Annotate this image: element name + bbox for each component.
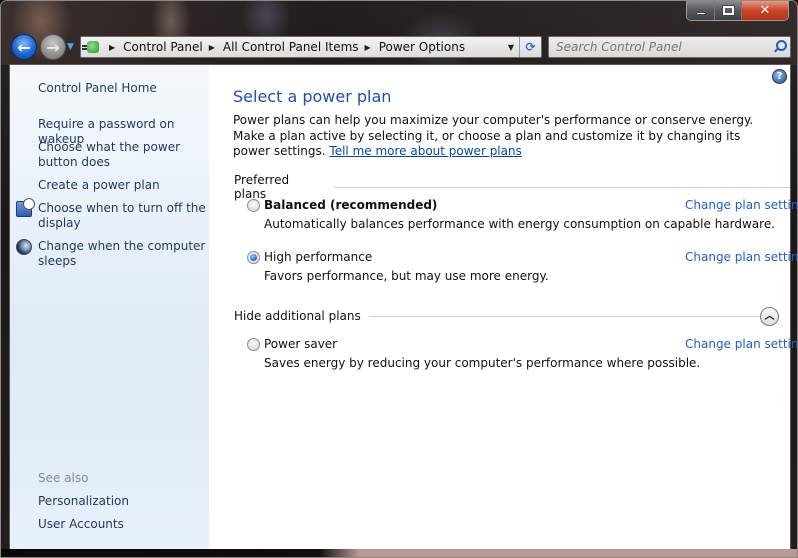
close-icon: ✕: [759, 3, 771, 18]
window-bottom-border: [1, 549, 797, 557]
page-title: Select a power plan: [233, 87, 392, 106]
chevron-down-icon: ▼: [67, 42, 74, 52]
address-bar[interactable]: ▶ Control Panel ▶ All Control Panel Item…: [80, 36, 542, 58]
breadcrumb-separator-icon[interactable]: ▶: [109, 43, 115, 52]
breadcrumb-separator-icon[interactable]: ▶: [209, 43, 215, 52]
sidebar-turn-off-display[interactable]: Choose when to turn off the display: [38, 201, 208, 231]
client-area: Control Panel Home Require a password on…: [9, 64, 797, 550]
power-options-icon: [82, 38, 103, 56]
breadcrumb-control-panel[interactable]: Control Panel: [123, 40, 203, 54]
breadcrumb-power-options[interactable]: Power Options: [379, 40, 465, 54]
navigation-bar: ← → ▼ ▶ Control Panel ▶ All Control Pane…: [1, 31, 797, 61]
sidebar-control-panel-home[interactable]: Control Panel Home: [38, 81, 208, 96]
help-icon[interactable]: ?: [772, 69, 787, 84]
moon-icon: [16, 239, 32, 255]
preferred-plans-header: Preferred plans: [234, 173, 790, 201]
minimize-button[interactable]: [687, 1, 714, 20]
hide-additional-plans-label[interactable]: Hide additional plans: [234, 309, 361, 323]
back-button[interactable]: ←: [11, 34, 37, 60]
breadcrumb-all-items[interactable]: All Control Panel Items: [223, 40, 359, 54]
plan-description: Automatically balances performance with …: [264, 217, 776, 231]
change-plan-settings-link[interactable]: Change plan settings: [685, 198, 797, 212]
sidebar-create-plan[interactable]: Create a power plan: [38, 178, 208, 193]
collapse-button[interactable]: ︿: [760, 307, 779, 326]
breadcrumb-separator-icon[interactable]: ▶: [365, 43, 371, 52]
plan-description: Favors performance, but may use more ene…: [264, 269, 549, 283]
refresh-button[interactable]: ⟳: [519, 37, 541, 57]
search-box: [548, 36, 791, 58]
task-pane: Control Panel Home Require a password on…: [10, 65, 209, 549]
chevron-down-icon: ▼: [507, 42, 515, 52]
maximize-icon: [721, 5, 735, 16]
caption-buttons: ✕: [686, 1, 789, 21]
search-input[interactable]: [549, 40, 770, 54]
sidebar-computer-sleeps[interactable]: Change when the computer sleeps: [38, 239, 208, 269]
maximize-button[interactable]: [714, 1, 741, 20]
plan-description: Saves energy by reducing your computer's…: [264, 356, 701, 370]
refresh-icon: ⟳: [525, 40, 536, 54]
back-arrow-icon: ←: [17, 37, 31, 57]
sidebar-power-button[interactable]: Choose what the power button does: [38, 140, 208, 170]
sidebar-personalization[interactable]: Personalization: [38, 494, 208, 509]
see-also-heading: See also: [38, 471, 89, 485]
forward-button[interactable]: →: [40, 34, 66, 60]
tell-me-more-link[interactable]: Tell me more about power plans: [329, 144, 521, 158]
plan-radio-high-performance[interactable]: [247, 251, 260, 264]
forward-arrow-icon: →: [46, 37, 60, 57]
divider: [333, 186, 790, 188]
minimize-icon: [695, 12, 706, 15]
divider: [369, 315, 780, 317]
preferred-plans-label: Preferred plans: [234, 173, 290, 201]
plan-name[interactable]: Balanced (recommended): [264, 198, 437, 212]
chevron-up-icon: ︿: [764, 311, 775, 322]
plan-radio-power-saver[interactable]: [247, 338, 260, 351]
sidebar-user-accounts[interactable]: User Accounts: [38, 517, 208, 532]
monitor-clock-icon: [16, 198, 35, 217]
address-dropdown-button[interactable]: ▼: [503, 37, 519, 57]
intro-text: Power plans can help you maximize your c…: [233, 113, 773, 160]
change-plan-settings-link[interactable]: Change plan settings: [685, 337, 797, 351]
change-plan-settings-link[interactable]: Change plan settings: [685, 250, 797, 264]
main-content: ? Select a power plan Power plans can he…: [209, 65, 797, 549]
recent-pages-button[interactable]: ▼: [67, 42, 77, 52]
power-options-window: ✕ ← → ▼ ▶ Control Panel ▶ All Control Pa…: [0, 0, 798, 558]
plan-radio-balanced[interactable]: [247, 199, 260, 212]
additional-plans-header[interactable]: Hide additional plans: [234, 309, 780, 323]
close-button[interactable]: ✕: [741, 1, 788, 20]
search-icon[interactable]: [770, 37, 790, 57]
plan-name[interactable]: Power saver: [264, 337, 337, 351]
plan-name[interactable]: High performance: [264, 250, 372, 264]
